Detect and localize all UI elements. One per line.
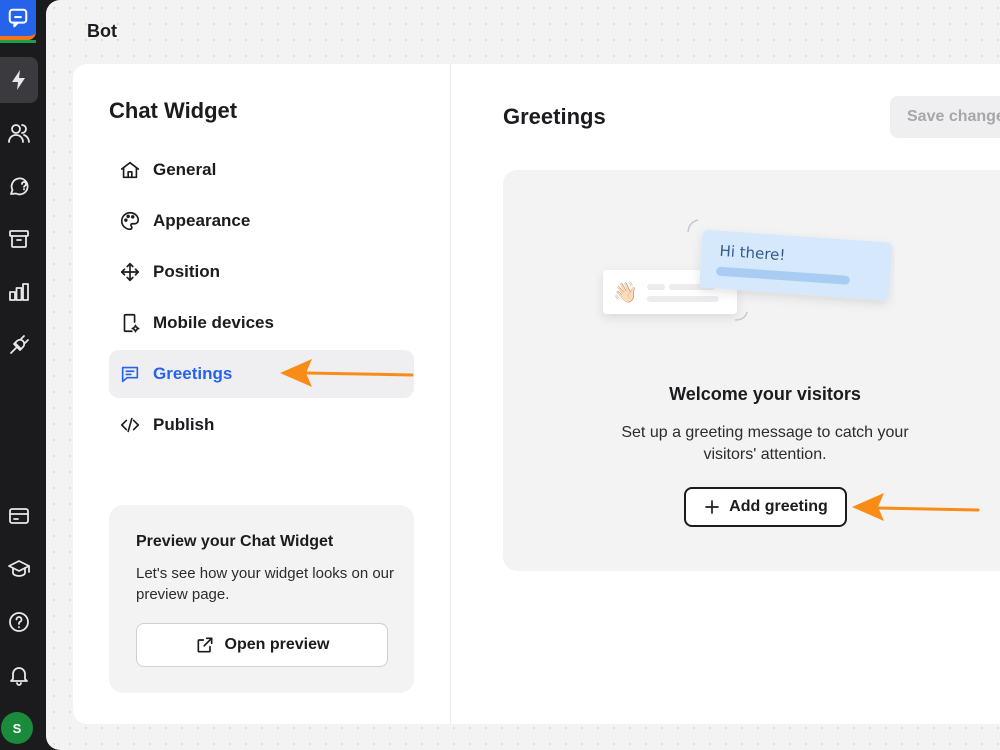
- page-title: Bot: [87, 21, 117, 41]
- plug-icon: [10, 335, 29, 354]
- preview-card: Preview your Chat Widget Let's see how y…: [109, 505, 414, 693]
- chat-logo-icon: [8, 8, 28, 28]
- annotation-arrow-add-greeting: [852, 493, 980, 521]
- settings-panel: Chat Widget General Appearance Position …: [73, 64, 1000, 724]
- menu-item-publish[interactable]: Publish: [109, 401, 414, 449]
- home-icon: [120, 161, 140, 179]
- rail-item-integrations[interactable]: [0, 322, 38, 368]
- settings-menu-column: Chat Widget General Appearance Position …: [73, 64, 451, 724]
- message-icon: [121, 366, 139, 383]
- rail-item-billing[interactable]: [0, 493, 38, 539]
- menu-item-label: Position: [153, 262, 221, 281]
- palette-icon: [121, 211, 140, 231]
- greeting-illustration: 👋🏻 Hi there!: [603, 219, 893, 321]
- section-title: Chat Widget: [109, 98, 238, 123]
- menu-item-label: Greetings: [153, 364, 233, 383]
- menu-item-label: Publish: [153, 415, 215, 434]
- add-greeting-label: Add greeting: [729, 498, 828, 515]
- rail-item-archives[interactable]: [0, 216, 38, 262]
- rail-item-customers[interactable]: [0, 110, 38, 156]
- annotation-arrow-greetings: [280, 359, 414, 387]
- app-rail: S: [0, 0, 46, 750]
- rail-item-chats[interactable]: [0, 163, 38, 209]
- app-logo[interactable]: [0, 0, 36, 43]
- waving-hand-icon: 👋🏻: [613, 281, 638, 304]
- move-icon: [120, 262, 140, 282]
- menu-item-label: Mobile devices: [153, 313, 274, 332]
- users-icon: [8, 124, 30, 143]
- empty-state-title: Welcome your visitors: [669, 384, 861, 404]
- open-preview-label: Open preview: [224, 636, 330, 653]
- help-icon: [9, 612, 29, 632]
- code-icon: [120, 417, 140, 433]
- archive-icon: [9, 230, 29, 248]
- rail-item-help[interactable]: [0, 599, 38, 645]
- preview-description: Let's see how your widget looks on our p…: [136, 565, 395, 603]
- rail-item-reports[interactable]: [0, 269, 38, 315]
- external-link-icon: [197, 637, 213, 653]
- preview-title: Preview your Chat Widget: [136, 533, 334, 550]
- add-greeting-button[interactable]: Add greeting: [684, 487, 847, 527]
- rail-item-notifications[interactable]: [0, 652, 38, 698]
- chat-question-icon: [10, 177, 29, 196]
- menu-item-label: Appearance: [153, 211, 251, 230]
- empty-state-description: Set up a greeting message to catch your …: [621, 424, 909, 463]
- menu-item-mobile-devices[interactable]: Mobile devices: [109, 299, 414, 347]
- rail-item-academy[interactable]: [0, 546, 38, 592]
- menu-item-general[interactable]: General: [109, 146, 414, 194]
- graduation-cap-icon: [8, 560, 30, 577]
- rail-item-automation[interactable]: [0, 57, 38, 103]
- main-area: Bot Chat Widget General Appearance Posit…: [46, 0, 1000, 750]
- mobile-settings-icon: [123, 313, 140, 333]
- save-changes-button[interactable]: Save changes: [890, 96, 1000, 138]
- bar-chart-icon: [9, 283, 29, 301]
- open-preview-button[interactable]: Open preview: [136, 623, 388, 667]
- bolt-icon: [12, 70, 25, 90]
- greetings-title: Greetings: [503, 104, 606, 129]
- menu-item-position[interactable]: Position: [109, 248, 414, 296]
- menu-item-appearance[interactable]: Appearance: [109, 197, 414, 245]
- billing-icon: [9, 508, 29, 524]
- menu-item-label: General: [153, 160, 217, 179]
- user-avatar[interactable]: S: [1, 712, 33, 744]
- bell-icon: [10, 667, 28, 686]
- plus-icon: [705, 500, 719, 514]
